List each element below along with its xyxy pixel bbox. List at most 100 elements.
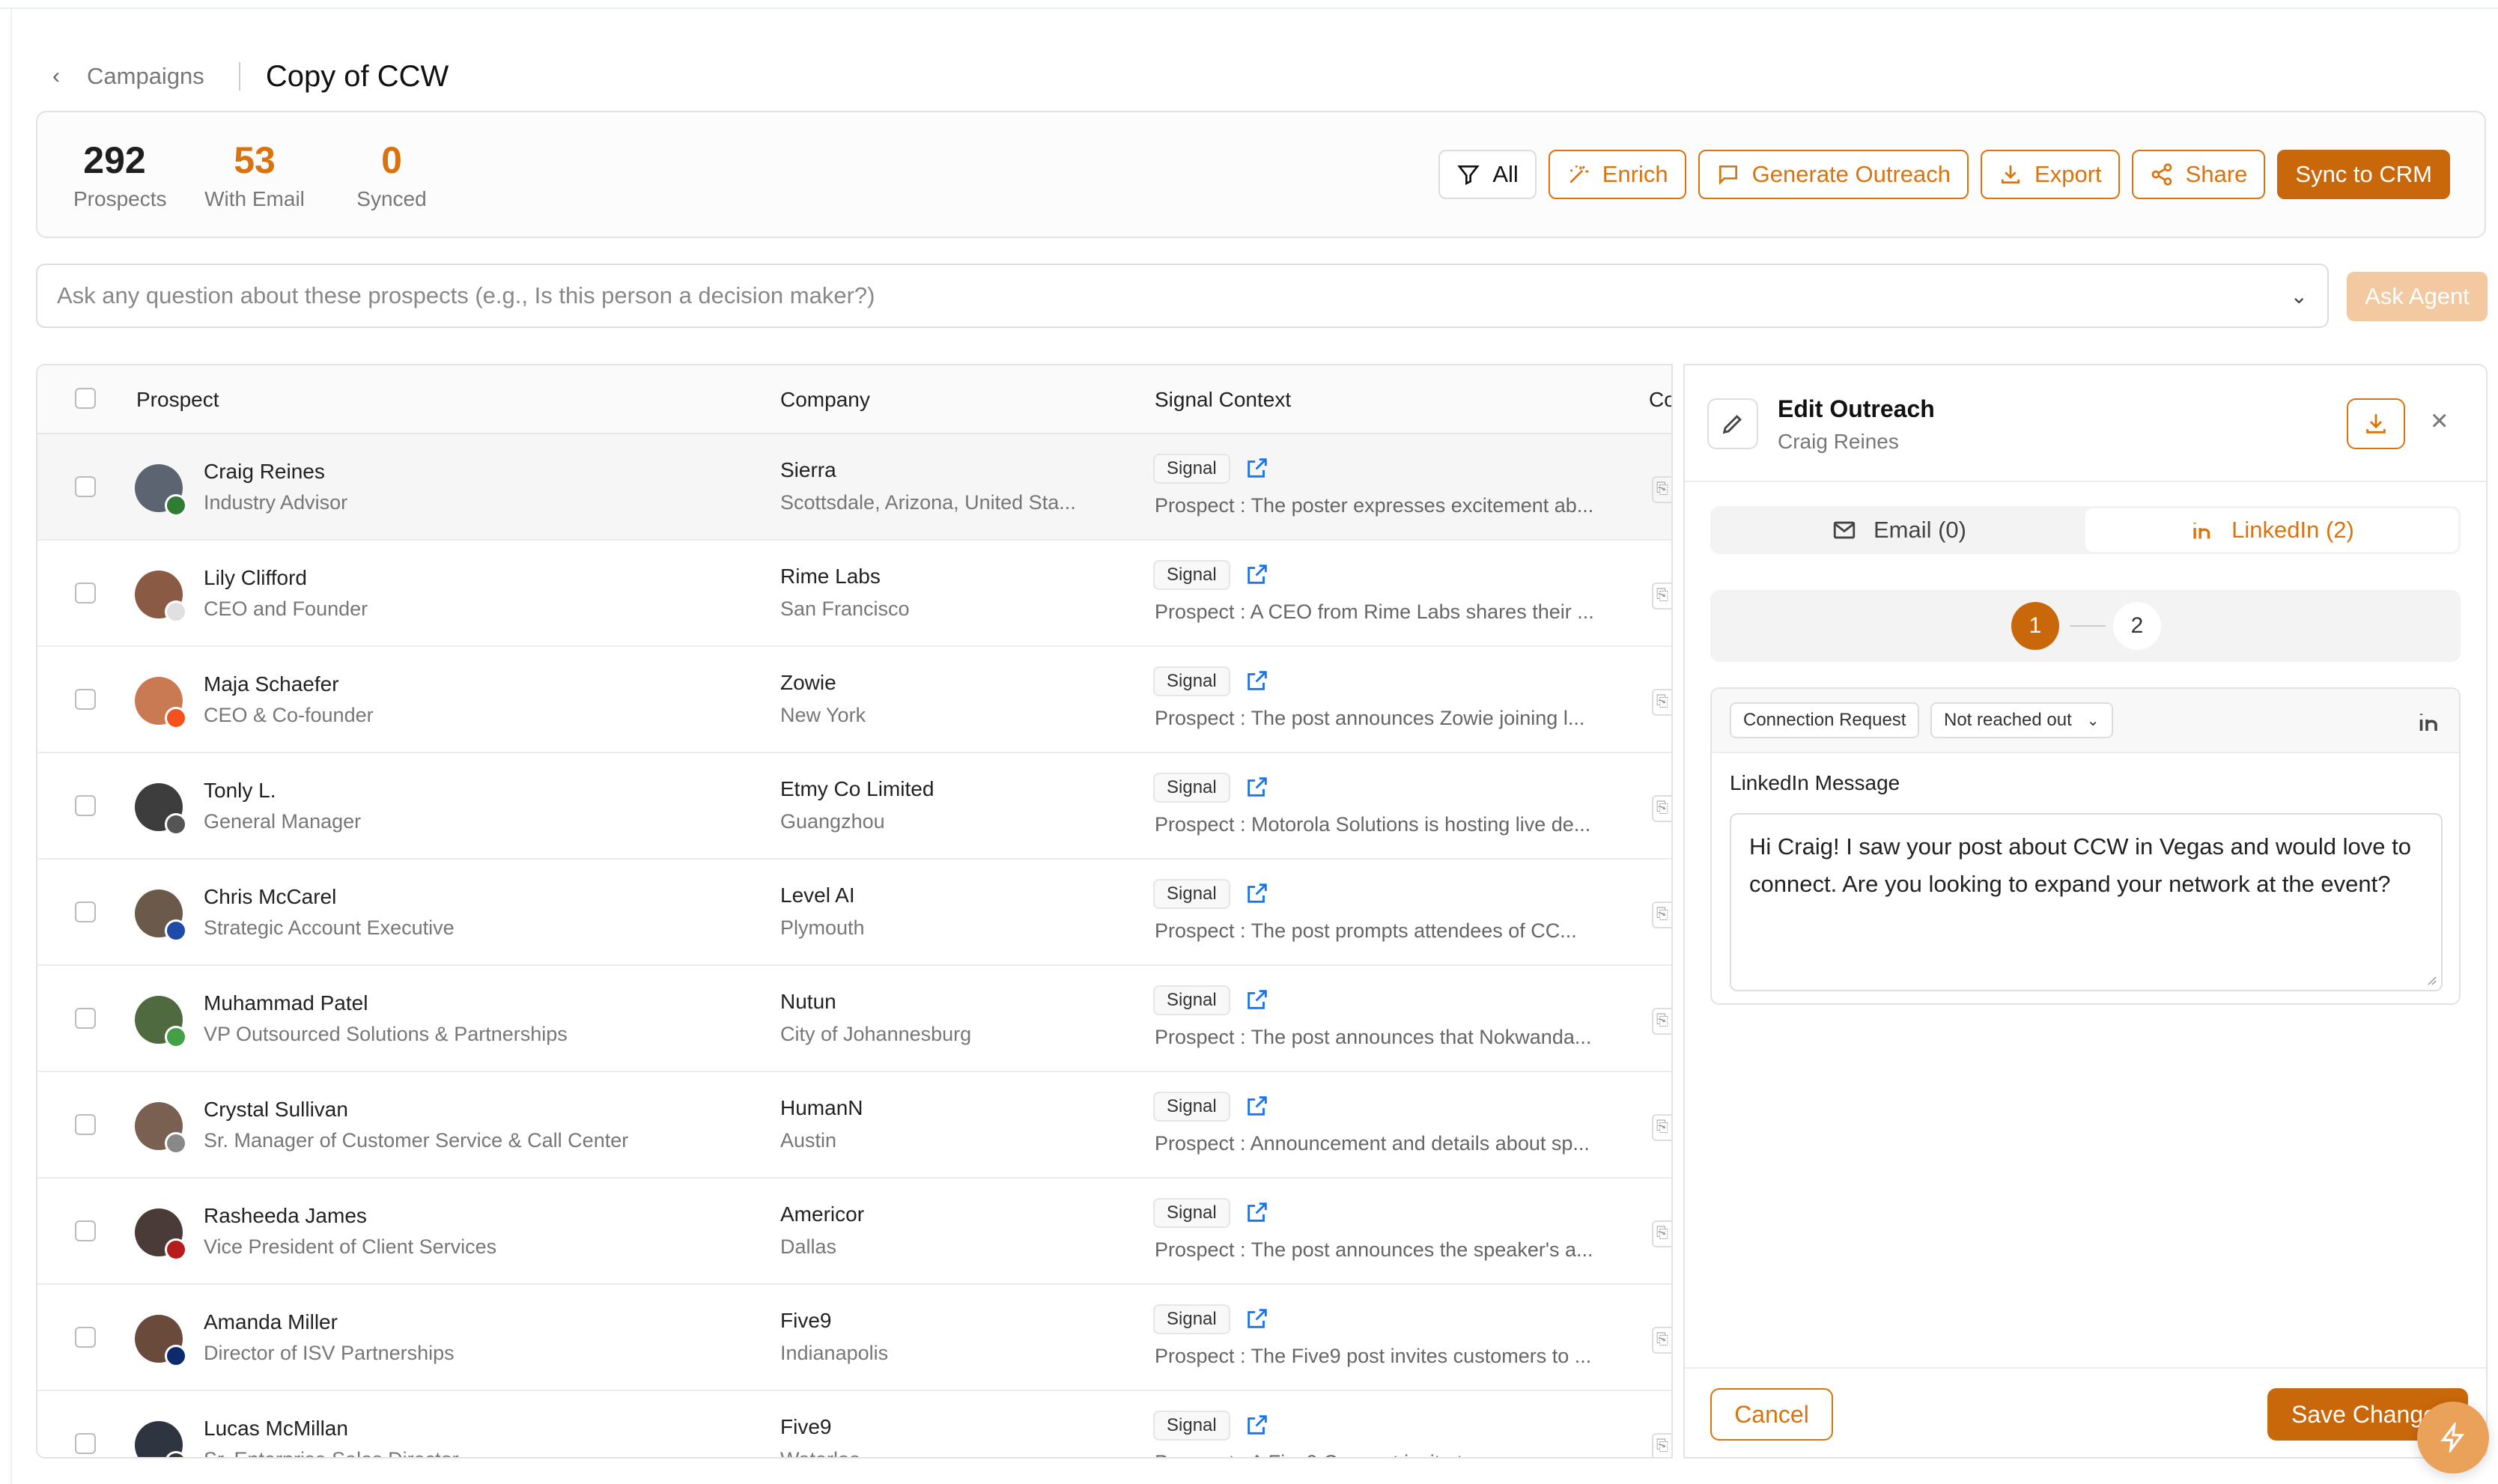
resize-grip-icon[interactable] [2425,973,2437,985]
external-link-icon[interactable] [1245,1412,1270,1438]
avatar [135,677,187,729]
company-location: Waterloo [780,1448,860,1457]
chevron-down-icon: ⌄ [2086,713,2100,729]
prospect-name[interactable]: Chris McCarel [204,885,336,909]
sync-to-crm-button[interactable]: Sync to CRM [2277,150,2450,199]
tab-linkedin[interactable]: LinkedIn (2) [2085,508,2458,552]
close-icon[interactable]: × [2431,404,2448,438]
table-row[interactable]: Crystal Sullivan Sr. Manager of Customer … [37,1072,1671,1179]
truncated-column-icon: ⎘ [1652,1220,1671,1247]
prospect-name[interactable]: Muhammad Patel [204,991,368,1015]
row-checkbox[interactable] [75,476,96,497]
share-button[interactable]: Share [2131,150,2266,199]
ask-input[interactable]: Ask any question about these prospects (… [36,264,2329,328]
message-textarea[interactable]: Hi Craig! I saw your post about CCW in V… [1730,813,2443,991]
row-checkbox[interactable] [75,1114,96,1135]
prospect-name[interactable]: Amanda Miller [204,1310,338,1334]
company-location: Austin [780,1129,837,1152]
external-link-icon[interactable] [1245,774,1270,800]
prospect-name[interactable]: Craig Reines [204,460,325,484]
signal-context: Prospect : The post prompts attendees of… [1155,919,1577,942]
stat-synced: 0 Synced [350,136,433,214]
prospect-title: VP Outsourced Solutions & Partnerships [204,1023,568,1045]
prospect-name[interactable]: Lucas McMillan [204,1417,348,1441]
external-link-icon[interactable] [1245,1093,1270,1119]
signal-context: Prospect : The poster expresses exciteme… [1155,494,1594,517]
row-checkbox[interactable] [75,795,96,816]
external-link-icon[interactable] [1245,1306,1270,1331]
external-link-icon[interactable] [1245,562,1270,587]
company-name: Level AI [780,884,855,907]
signal-context: Prospect : The post announces that Nokwa… [1155,1026,1592,1048]
header-company[interactable]: Company [780,365,870,434]
table-header: Prospect Company Signal Context Co [37,365,1671,434]
table-row[interactable]: Lucas McMillan Sr. Enterprise Sales Direc… [37,1391,1671,1457]
message-icon [1718,165,1737,185]
cancel-button[interactable]: Cancel [1710,1388,1833,1441]
message-type-label: Connection Request [1743,710,1906,730]
company-name: Five9 [780,1415,832,1438]
table-row[interactable]: Rasheeda James Vice President of Client S… [37,1179,1671,1285]
table-row[interactable]: Tonly L. General Manager Etmy Co Limited Gu… [37,753,1671,860]
quick-action-button[interactable] [2417,1402,2489,1474]
prospect-name[interactable]: Rasheeda James [204,1204,367,1228]
page-title: Copy of CCW [265,59,449,93]
sync-label: Sync to CRM [2295,161,2432,187]
tab-email-label: Email (0) [1873,517,1966,543]
prospect-name[interactable]: Lily Clifford [204,566,307,590]
prospect-name[interactable]: Crystal Sullivan [204,1098,348,1122]
chevron-down-icon[interactable]: ⌄ [2291,284,2308,308]
signal-context: Prospect : A Five9 Connect invite to ... [1155,1451,1496,1457]
external-link-icon[interactable] [1245,987,1270,1012]
breadcrumb-campaigns[interactable]: Campaigns [87,63,204,90]
header-signal-context[interactable]: Signal Context [1155,365,1291,434]
step-1[interactable]: 1 [2011,602,2059,650]
generate-outreach-label: Generate Outreach [1751,161,1951,187]
truncated-column-icon: ⎘ [1652,795,1671,822]
step-2[interactable]: 2 [2113,602,2161,650]
left-edge [10,9,12,1484]
table-row[interactable]: Lily Clifford CEO and Founder Rime Labs San… [37,541,1671,647]
stat-value: 53 [234,139,276,181]
prospect-name[interactable]: Maja Schaefer [204,672,339,696]
edit-button[interactable] [1707,398,1758,449]
signal-tag: Signal [1153,985,1230,1015]
enrich-button[interactable]: Enrich [1548,150,1686,199]
row-checkbox[interactable] [75,1433,96,1454]
external-link-icon[interactable] [1245,881,1270,906]
signal-tag: Signal [1153,1092,1230,1122]
header-prospect[interactable]: Prospect [136,365,219,434]
header-next-column[interactable]: Co [1649,365,1671,434]
external-link-icon[interactable] [1245,455,1270,481]
message-type-chip[interactable]: Connection Request [1730,702,1920,738]
select-all-checkbox[interactable] [75,388,96,409]
export-button[interactable]: Export [1981,150,2120,199]
company-name: Zowie [780,671,836,694]
download-button[interactable] [2347,398,2405,449]
row-checkbox[interactable] [75,583,96,603]
table-row[interactable]: Amanda Miller Director of ISV Partnership… [37,1285,1671,1391]
status-dropdown[interactable]: Not reached out ⌄ [1930,702,2113,738]
external-link-icon[interactable] [1245,668,1270,693]
ask-agent-button[interactable]: Ask Agent [2347,272,2488,321]
prospect-name[interactable]: Tonly L. [204,779,276,803]
row-checkbox[interactable] [75,1327,96,1348]
external-link-icon[interactable] [1245,1199,1270,1225]
chevron-left-icon[interactable]: ‹ [52,64,78,89]
table-row[interactable]: Craig Reines Industry Advisor Sierra Scotts… [37,434,1671,541]
pencil-icon [1722,415,1742,434]
panel-header: Edit Outreach Craig Reines × [1685,365,2486,482]
filter-button[interactable]: All [1438,150,1537,199]
row-checkbox[interactable] [75,1220,96,1241]
edit-outreach-panel: Edit Outreach Craig Reines × Email (0) L… [1683,364,2488,1459]
row-checkbox[interactable] [75,689,96,710]
row-checkbox[interactable] [75,1008,96,1029]
generate-outreach-button[interactable]: Generate Outreach [1698,150,1969,199]
table-row[interactable]: Muhammad Patel VP Outsourced Solutions & … [37,966,1671,1072]
tab-email[interactable]: Email (0) [1713,508,2085,552]
panel-footer-divider [1685,1367,2486,1369]
table-row[interactable]: Chris McCarel Strategic Account Executive… [37,860,1671,966]
company-name: Sierra [780,458,836,481]
table-row[interactable]: Maja Schaefer CEO & Co-founder Zowie New Yo… [37,647,1671,753]
row-checkbox[interactable] [75,901,96,922]
